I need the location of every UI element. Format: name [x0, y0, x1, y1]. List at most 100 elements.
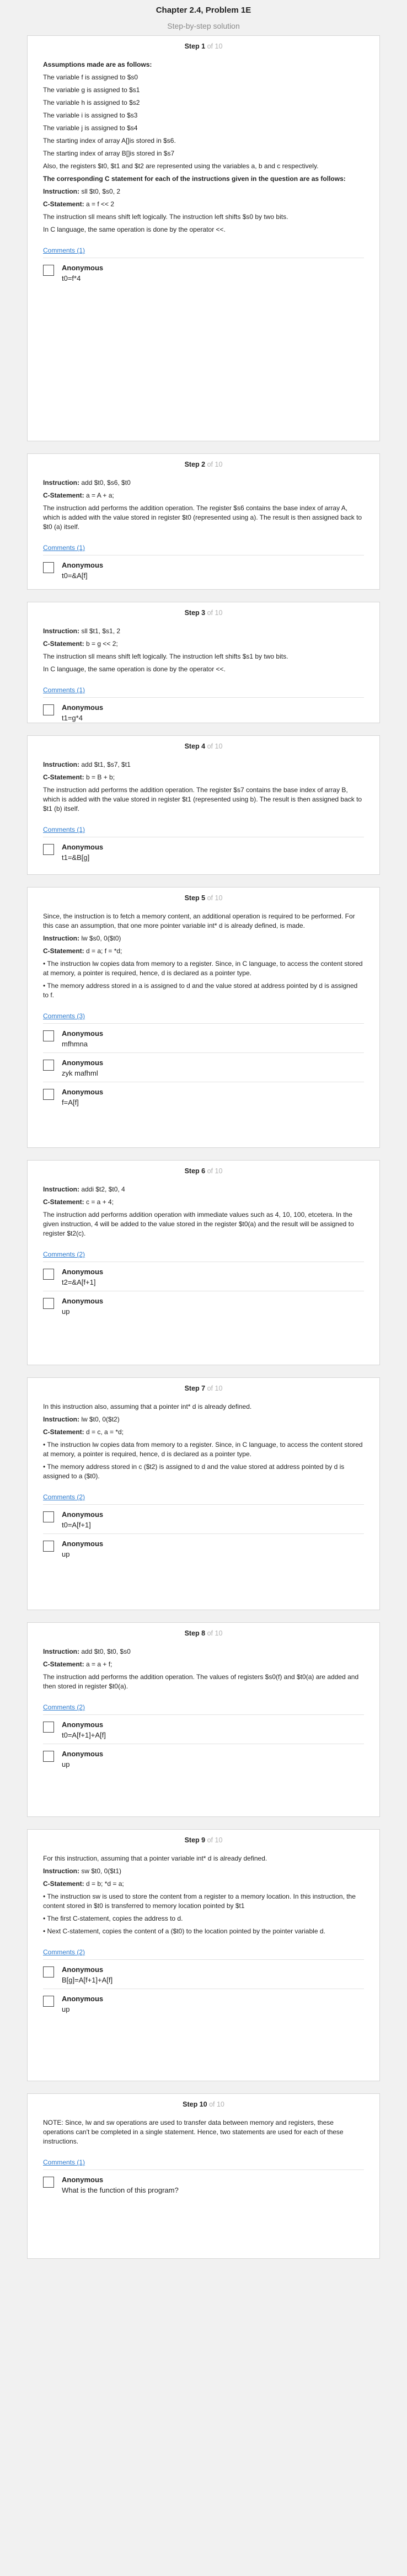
- comment: Anonymous mfhmna: [43, 1023, 364, 1052]
- comment-text: B[g]=A[f+1]+A[f]: [62, 1976, 113, 1984]
- step-text: C-Statement: d = c, a = *d;: [43, 1428, 124, 1436]
- comment-author: Anonymous: [62, 1540, 104, 1548]
- comments-link[interactable]: Comments (2): [43, 1948, 364, 1956]
- comment: Anonymous t0=A[f+1]: [43, 1504, 364, 1533]
- step-text: In C language, the same operation is don…: [43, 665, 226, 673]
- comment-body: Anonymous up: [62, 1540, 103, 1558]
- comment-author: Anonymous: [62, 561, 104, 569]
- comment: Anonymous up: [43, 1744, 364, 1773]
- step-text: C-Statement: c = a + 4;: [43, 1198, 114, 1206]
- step-card: Step 2 of 10 Instruction: add $t0, $s6, $…: [27, 453, 380, 590]
- comment-author: Anonymous: [62, 1965, 104, 1974]
- comment-author: Anonymous: [62, 1510, 104, 1519]
- step-text: Instruction: add $t1, $s7, $t1: [43, 761, 131, 768]
- avatar-icon: [43, 1269, 54, 1280]
- step-card: Step 6 of 10 Instruction: addi $t2, $t0, …: [27, 1160, 380, 1365]
- step-text: Instruction: sw $t0, 0($t1): [43, 1867, 122, 1875]
- solution-page: Chapter 2.4, Problem 1E Step-by-step sol…: [27, 0, 380, 2259]
- comments-link[interactable]: Comments (1): [43, 686, 364, 694]
- step-text: Assumptions made are as follows:: [43, 61, 152, 68]
- comment-author: Anonymous: [62, 264, 104, 272]
- step-text: • The memory address stored in c ($t2) i…: [43, 1463, 345, 1480]
- comments-link[interactable]: Comments (3): [43, 1012, 364, 1020]
- avatar-icon: [43, 704, 54, 715]
- step-label: Step 4: [184, 742, 207, 750]
- page-subtitle: Step-by-step solution: [167, 22, 240, 30]
- step-text: C-Statement: a = f << 2: [43, 200, 115, 208]
- step-count: of 10: [207, 461, 223, 468]
- comment-body: Anonymous t1=g*4: [62, 703, 103, 722]
- comment-body: Anonymous mfhmna: [62, 1029, 103, 1048]
- comments-link[interactable]: Comments (2): [43, 1703, 364, 1711]
- comment-body: Anonymous up: [62, 1995, 103, 2013]
- comment: Anonymous zyk mafhml: [43, 1052, 364, 1082]
- comments-link[interactable]: Comments (1): [43, 2158, 364, 2166]
- comment-body: Anonymous f=A[f]: [62, 1088, 103, 1107]
- step-count: of 10: [209, 2101, 224, 2108]
- comment-body: Anonymous B[g]=A[f+1]+A[f]: [62, 1965, 113, 1984]
- step-text: C-Statement: d = a; f = *d;: [43, 947, 122, 955]
- step-header: Step 9 of 10: [43, 1830, 364, 1854]
- comment-body: Anonymous up: [62, 1297, 103, 1316]
- step-card: Step 5 of 10 Since, the instruction is to…: [27, 887, 380, 1148]
- avatar-icon: [43, 1751, 54, 1762]
- step-card: Step 1 of 10 Assumptions made are as foll…: [27, 35, 380, 441]
- step-label: Step 8: [184, 1629, 207, 1637]
- comment-body: Anonymous up: [62, 1750, 103, 1768]
- step-text: Also, the registers $t0, $t1 and $t2 are…: [43, 162, 319, 170]
- step-header: Step 5 of 10: [43, 888, 364, 912]
- comment-author: Anonymous: [62, 2176, 104, 2184]
- step-text: In this instruction also, assuming that …: [43, 1403, 252, 1410]
- step-header: Step 6 of 10: [43, 1161, 364, 1185]
- comments-link[interactable]: Comments (2): [43, 1493, 364, 1501]
- step-text: The variable i is assigned to $s3: [43, 111, 138, 119]
- avatar-icon: [43, 1030, 54, 1041]
- step-text: Instruction: sll $t1, $s1, 2: [43, 627, 121, 635]
- step-text: Instruction: add $t0, $s6, $t0: [43, 479, 131, 487]
- step-label: Step 10: [183, 2101, 210, 2108]
- comments-link[interactable]: Comments (1): [43, 826, 364, 833]
- avatar-icon: [43, 265, 54, 276]
- avatar-icon: [43, 1541, 54, 1552]
- comments-link[interactable]: Comments (2): [43, 1250, 364, 1258]
- comment-text: t1=g*4: [62, 714, 83, 722]
- step-text: Instruction: lw $t0, 0($t2): [43, 1415, 120, 1423]
- step-text: The instruction sll means shift left log…: [43, 653, 288, 660]
- step-text: The instruction add performs the additio…: [43, 504, 362, 531]
- comment: Anonymous What is the function of this pr…: [43, 2169, 364, 2199]
- step-text: C-Statement: a = A + a;: [43, 491, 114, 499]
- step-text: • The instruction sw is used to store th…: [43, 1893, 356, 1910]
- step-card: Step 9 of 10 For this instruction, assumi…: [27, 1829, 380, 2081]
- comment-text: t2=&A[f+1]: [62, 1278, 96, 1286]
- comment-author: Anonymous: [62, 703, 104, 712]
- step-text: The instruction add performs the additio…: [43, 1673, 359, 1690]
- step-text: The variable g is assigned to $s1: [43, 86, 140, 94]
- comment-author: Anonymous: [62, 1995, 104, 2003]
- step-text: The variable j is assigned to $s4: [43, 124, 138, 132]
- step-card: Step 7 of 10 In this instruction also, as…: [27, 1377, 380, 1610]
- avatar-icon: [43, 844, 54, 855]
- step-text: The instruction sll means shift left log…: [43, 213, 288, 221]
- avatar-icon: [43, 1298, 54, 1309]
- step-text: The variable f is assigned to $s0: [43, 73, 138, 81]
- step-label: Step 7: [184, 1385, 207, 1392]
- comment: Anonymous up: [43, 1533, 364, 1563]
- comment-author: Anonymous: [62, 1750, 104, 1758]
- step-card: Step 3 of 10 Instruction: sll $t1, $s1, 2…: [27, 602, 380, 723]
- page-title: Chapter 2.4, Problem 1E: [156, 6, 251, 15]
- step-text: C-Statement: a = a + f;: [43, 1660, 113, 1668]
- step-label: Step 5: [184, 894, 207, 902]
- step-header: Step 4 of 10: [43, 736, 364, 760]
- step-count: of 10: [207, 1836, 223, 1844]
- step-header: Step 8 of 10: [43, 1623, 364, 1647]
- comment: Anonymous t0=&A[f]: [43, 555, 364, 584]
- comments-link[interactable]: Comments (1): [43, 247, 364, 254]
- comment-body: Anonymous t0=&A[f]: [62, 561, 103, 580]
- comment: Anonymous t1=&B[g]: [43, 837, 364, 866]
- step-text: Instruction: lw $s0, 0($t0): [43, 934, 121, 942]
- comment-text: What is the function of this program?: [62, 2186, 179, 2194]
- comment-author: Anonymous: [62, 1059, 104, 1067]
- step-text: • The instruction lw copies data from me…: [43, 960, 363, 977]
- comments-link[interactable]: Comments (1): [43, 544, 364, 552]
- step-card: Step 8 of 10 Instruction: add $t0, $t0, $…: [27, 1622, 380, 1817]
